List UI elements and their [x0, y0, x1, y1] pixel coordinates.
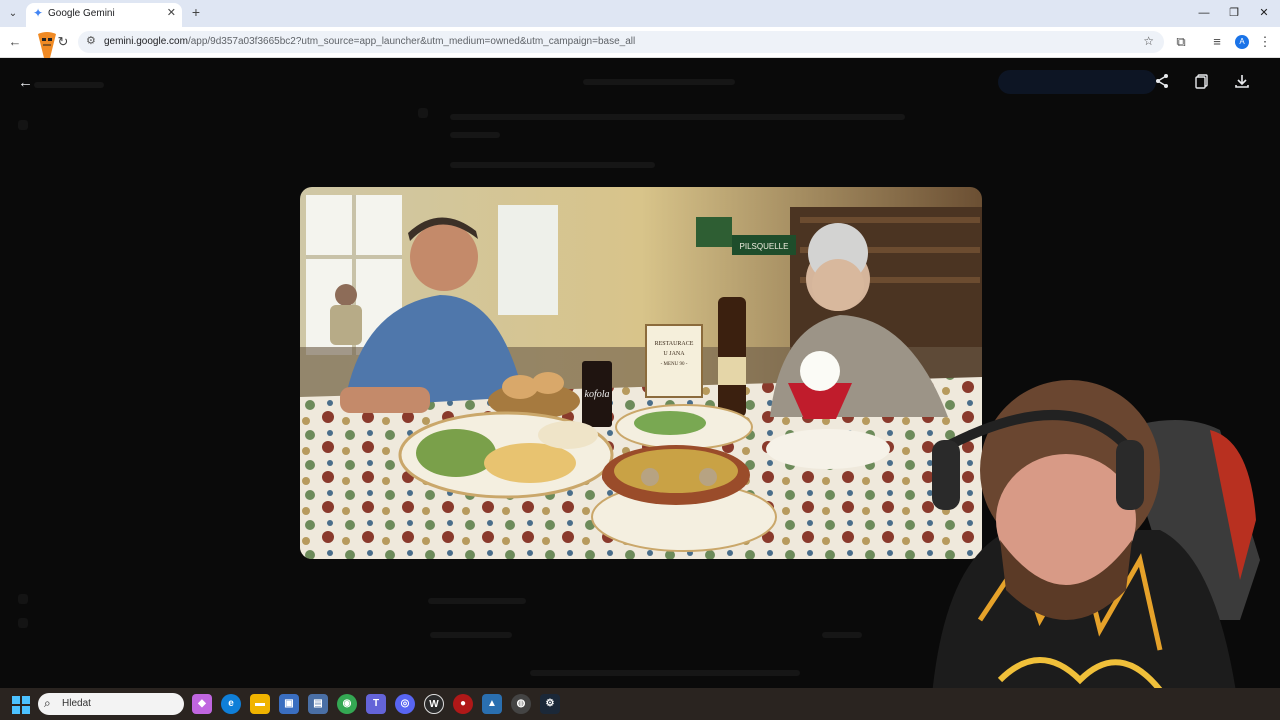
tab-search-button[interactable]: ⌄ [4, 5, 22, 23]
chat-ghost-icon [418, 108, 428, 118]
taskbar-search-box[interactable]: ⌕ Hledat [38, 693, 184, 715]
windows-taskbar: ⌕ Hledat ◆ e ▬ ▣ ▤ ◉ T ◎ W ● ▲ ◍ ⚙ [0, 688, 1280, 720]
obs-studio-icon[interactable]: ◍ [511, 694, 531, 714]
streamer-webcam-overlay [930, 380, 1260, 720]
teams-icon[interactable]: T [366, 694, 386, 714]
windows-start-icon[interactable] [12, 696, 30, 714]
menu-sign-line-3: - MENU 90 - [661, 362, 688, 367]
store-icon[interactable]: ▣ [279, 694, 299, 714]
footer-ghost-line [530, 670, 800, 676]
copy-icon[interactable] [1192, 73, 1212, 93]
media-control-icon[interactable]: ≡ [1208, 33, 1226, 51]
image-title-placeholder [583, 79, 735, 85]
browser-toolbar: ← ↻ ⚙ gemini.google.com/app/9d357a03f366… [0, 27, 1280, 58]
sidebar-ghost-icon-2 [18, 594, 28, 604]
chrome-icon[interactable]: ◉ [337, 694, 357, 714]
restore-button[interactable]: ❐ [1222, 3, 1246, 23]
back-label-placeholder [34, 82, 104, 88]
back-button[interactable]: ← [6, 33, 24, 51]
obs-record-icon[interactable]: ● [453, 694, 473, 714]
site-info-icon[interactable]: ⚙ [86, 34, 96, 47]
pilsquelle-sign: PILSQUELLE [740, 242, 789, 251]
copilot-icon[interactable]: ◆ [192, 694, 212, 714]
chat-ghost-line-4 [428, 598, 526, 604]
extensions-icon[interactable]: ⧉ [1172, 33, 1190, 51]
edge-browser-icon[interactable]: e [221, 694, 241, 714]
file-explorer-icon[interactable]: ▬ [250, 694, 270, 714]
bookmark-star-icon[interactable]: ☆ [1143, 34, 1154, 48]
wordpress-icon[interactable]: W [424, 694, 444, 714]
photos-icon[interactable]: ▲ [482, 694, 502, 714]
menu-sign-line-2: U JANA [663, 351, 685, 357]
close-image-back-icon[interactable]: ← [18, 74, 33, 91]
share-icon[interactable] [1152, 73, 1172, 93]
tab-strip: ⌄ ✦ Google Gemini ✕ + — ❐ ✕ [0, 0, 1280, 27]
chat-ghost-line-2 [450, 132, 500, 138]
download-icon[interactable] [1232, 73, 1252, 93]
address-bar[interactable]: ⚙ gemini.google.com/app/9d357a03f3665bc2… [78, 31, 1164, 53]
tab-close-icon[interactable]: ✕ [167, 6, 176, 19]
chat-ghost-line-5 [430, 632, 512, 638]
sidebar-ghost-icon-3 [18, 618, 28, 628]
sidebar-ghost-icon [18, 120, 28, 130]
steam-icon[interactable]: ⚙ [540, 694, 560, 714]
gemini-sparkle-icon: ✦ [33, 6, 44, 20]
url-text: gemini.google.com/app/9d357a03f3665bc2?u… [104, 36, 636, 47]
chat-ghost-line-6 [822, 632, 862, 638]
minimize-button[interactable]: — [1192, 3, 1216, 23]
chat-ghost-line-3 [450, 162, 655, 168]
new-tab-button[interactable]: + [188, 4, 204, 22]
menu-kebab-icon[interactable]: ⋮ [1256, 33, 1274, 51]
menu-sign-line-1: RESTAURACE [655, 341, 694, 347]
tab-gemini[interactable]: ✦ Google Gemini ✕ [26, 3, 182, 27]
tab-title: Google Gemini [48, 8, 115, 19]
active-app-icon[interactable]: ▤ [308, 694, 328, 714]
search-placeholder: Hledat [62, 698, 91, 709]
profile-avatar[interactable]: A [1235, 35, 1249, 49]
discord-icon[interactable]: ◎ [395, 694, 415, 714]
close-window-button[interactable]: ✕ [1252, 3, 1276, 23]
kofola-label: kofola [585, 389, 610, 400]
search-icon: ⌕ [44, 696, 51, 710]
ghost-edit-pill [998, 70, 1156, 94]
chat-ghost-line-1 [450, 114, 905, 120]
